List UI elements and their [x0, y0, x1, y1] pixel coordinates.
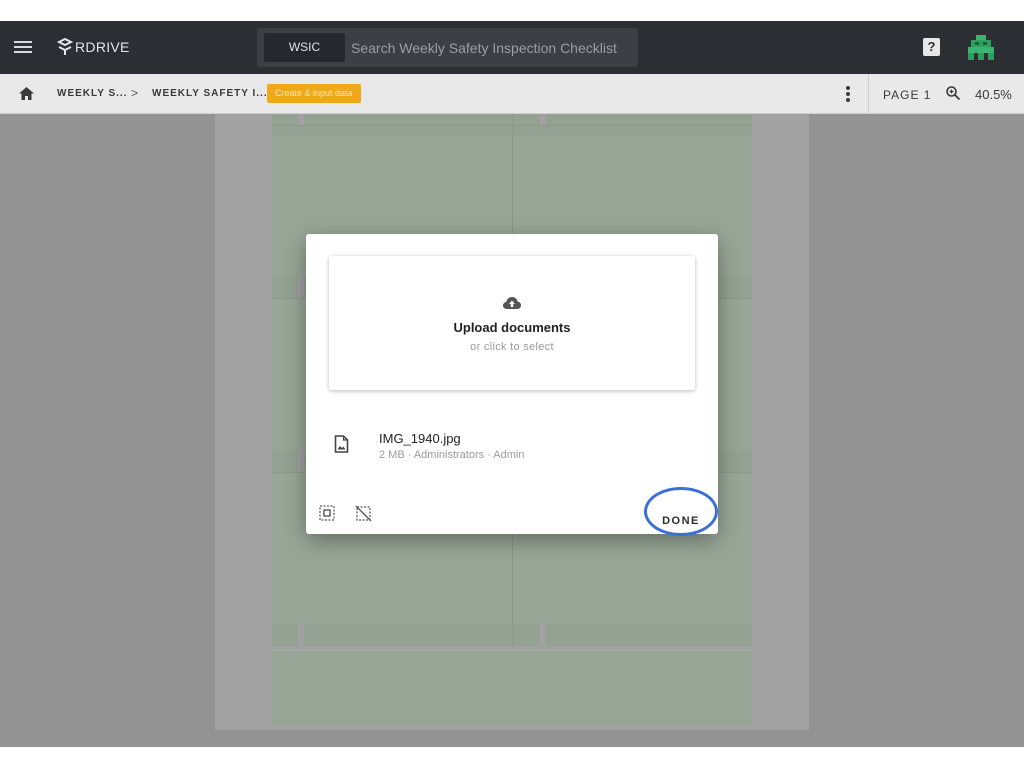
zoom-icon[interactable] [945, 85, 961, 101]
breadcrumb-separator: > [131, 86, 139, 100]
upload-dialog: Upload documents or click to select IMG_… [306, 234, 718, 536]
menu-icon[interactable] [14, 40, 32, 54]
toolbar-divider [868, 74, 869, 114]
image-file-icon [334, 435, 349, 453]
more-vert-icon[interactable] [843, 86, 853, 102]
document-toolbar: WEEKLY S... > WEEKLY SAFETY I... Create … [0, 74, 1024, 114]
search-input[interactable] [351, 33, 631, 62]
breadcrumb-folder[interactable]: WEEKLY S... [57, 88, 127, 99]
file-name: IMG_1940.jpg [379, 431, 461, 446]
avatar-icon[interactable] [966, 34, 996, 62]
breadcrumb-document[interactable]: WEEKLY SAFETY I... [152, 88, 268, 99]
page-indicator[interactable]: PAGE 1 [883, 88, 931, 102]
file-meta: 2 MB · Administrators · Admin [379, 449, 525, 461]
cloud-upload-icon [503, 297, 521, 309]
logo-text: RDRIVE [75, 39, 130, 55]
create-input-data-button[interactable]: Create & input data [267, 84, 361, 103]
search-scope-tag[interactable]: WSIC [264, 33, 345, 62]
app-bar: RDRIVE WSIC ? [0, 21, 1024, 74]
upload-subtitle: or click to select [470, 341, 554, 353]
done-button[interactable]: DONE [645, 510, 717, 532]
deselect-icon[interactable] [355, 505, 372, 522]
search-box: WSIC [257, 28, 638, 67]
form-footer-block [272, 649, 752, 725]
logo-icon [56, 37, 74, 55]
help-icon[interactable]: ? [923, 38, 940, 56]
select-all-icon[interactable] [319, 505, 335, 521]
app-frame: RDRIVE WSIC ? WEEKLY S... > WEEKLY SAFET… [0, 21, 1024, 747]
list-item[interactable]: IMG_1940.jpg 2 MB · Administrators · Adm… [306, 422, 718, 472]
logo[interactable]: RDRIVE [56, 36, 130, 58]
upload-title: Upload documents [453, 320, 571, 335]
zoom-level[interactable]: 40.5% [975, 87, 1012, 102]
home-icon[interactable] [18, 86, 35, 101]
upload-dropzone[interactable]: Upload documents or click to select [329, 256, 695, 390]
